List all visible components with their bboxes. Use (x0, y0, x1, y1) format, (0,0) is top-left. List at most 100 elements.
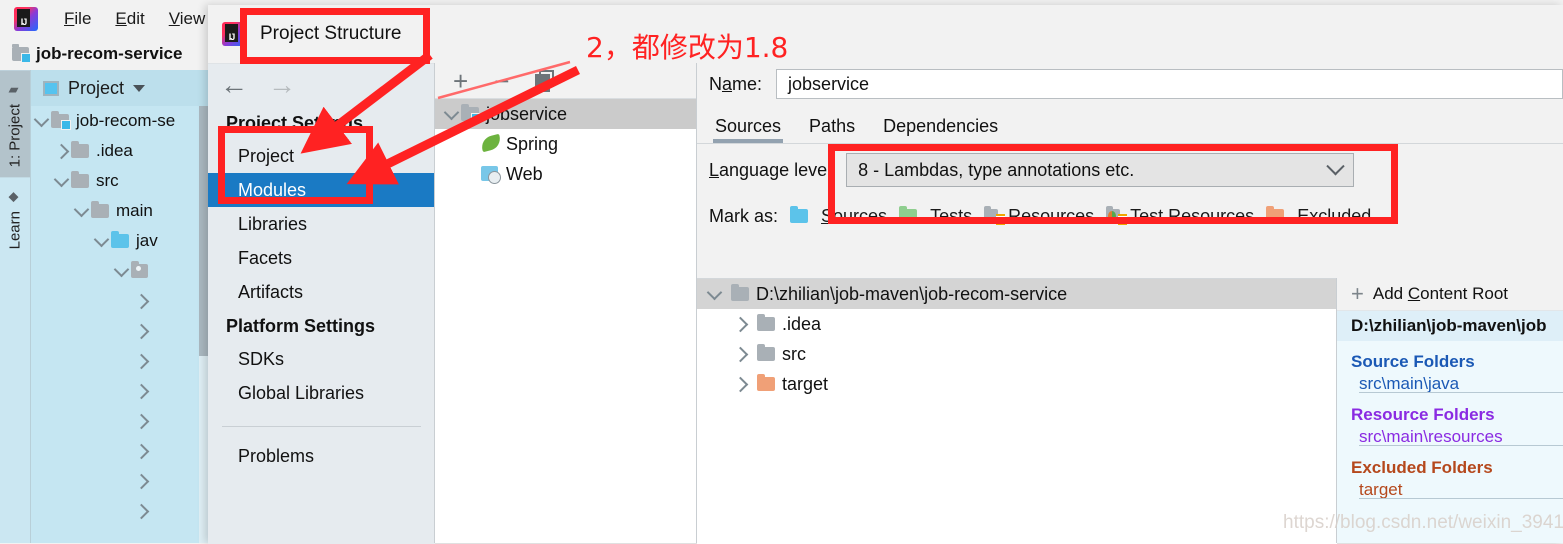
chevron-right-icon[interactable] (131, 503, 151, 519)
tab-sources[interactable]: Sources (712, 116, 784, 143)
chevron-down-icon[interactable] (111, 261, 131, 279)
content-root-label: target (782, 373, 829, 394)
chevron-right-icon[interactable] (131, 323, 151, 339)
chevron-right-icon[interactable] (51, 143, 71, 159)
nav-item-label: Global Libraries (238, 382, 365, 403)
tree-node[interactable] (31, 436, 208, 466)
chevron-right-icon[interactable] (131, 443, 151, 459)
tree-node[interactable] (31, 316, 208, 346)
folder-module-icon (51, 111, 71, 130)
plus-icon[interactable]: + (453, 68, 468, 94)
tool-tab-learn-label: Learn (6, 211, 24, 250)
folder-gray-icon (71, 141, 89, 158)
copy-icon[interactable] (535, 69, 555, 92)
tree-node[interactable] (31, 496, 208, 526)
menu-item-file[interactable]: File (52, 7, 103, 31)
tree-node[interactable] (31, 286, 208, 316)
nav-item-label: SDKs (238, 348, 285, 369)
content-root-row[interactable]: src (697, 339, 1337, 369)
folder-gray-icon (757, 344, 775, 361)
minus-icon[interactable]: − (494, 68, 509, 94)
chevron-down-icon[interactable] (697, 284, 731, 302)
sidebar-item-problems[interactable]: Problems (208, 439, 435, 473)
folder-resources-icon (984, 205, 1006, 225)
tab-dependencies[interactable]: Dependencies (883, 116, 998, 143)
tree-node[interactable]: src (31, 166, 208, 196)
sidebar-item-artifacts[interactable]: Artifacts (208, 275, 435, 309)
module-icon (461, 104, 481, 123)
modules-tree-row[interactable]: jobservice (435, 99, 697, 129)
language-level-row: Language level: 8 - Lambdas, type annota… (697, 144, 1563, 196)
sidebar-item-global-libraries[interactable]: Global Libraries (208, 376, 435, 410)
tree-node[interactable] (31, 406, 208, 436)
mark-as-tests-button[interactable]: Tests (899, 206, 972, 227)
content-root-row[interactable]: D:\zhilian\job-maven\job-recom-service (697, 279, 1337, 309)
mark-as-resources-label: Resources (1008, 205, 1095, 226)
tab-paths[interactable]: Paths (809, 116, 855, 143)
tree-node[interactable]: .idea (31, 136, 208, 166)
mark-as-excluded-button[interactable]: Excluded (1266, 206, 1371, 227)
chevron-right-icon[interactable] (723, 316, 757, 332)
summary-value[interactable]: src\main\resources (1337, 427, 1563, 447)
chevron-right-icon[interactable] (723, 346, 757, 362)
nav-item-label: Modules (238, 179, 307, 200)
language-level-select[interactable]: 8 - Lambdas, type annotations etc. (846, 153, 1355, 187)
sidebar-item-learn[interactable]: Learn ◆ (0, 177, 30, 259)
chevron-down-icon[interactable] (31, 111, 51, 129)
folder-blue-icon (111, 231, 129, 248)
chevron-right-icon[interactable] (131, 413, 151, 429)
mark-as-resources-button[interactable]: Resources (984, 205, 1095, 227)
sidebar-item-project[interactable]: Project (208, 139, 435, 173)
chevron-right-icon[interactable] (131, 473, 151, 489)
mark-as-sources-button[interactable]: Sources (790, 206, 887, 227)
chevron-right-icon[interactable] (723, 376, 757, 392)
modules-toolbar: + − (435, 63, 697, 99)
tree-node[interactable]: main (31, 196, 208, 226)
tree-node[interactable] (31, 346, 208, 376)
mark-as-test-resources-button[interactable]: Test Resources (1106, 205, 1254, 227)
content-root-row[interactable]: target (697, 369, 1337, 399)
content-root-path: D:\zhilian\job-maven\job (1337, 311, 1563, 341)
folder-tests-icon (899, 206, 918, 223)
chevron-down-icon[interactable] (71, 201, 91, 219)
dialog-nav-buttons: ← → (208, 64, 435, 106)
sidebar-item-project[interactable]: 1: Project ▰ (0, 70, 30, 178)
tree-node-label: job-recom-se (76, 111, 176, 130)
package-icon (131, 261, 148, 278)
modules-tree-row[interactable]: Web (435, 159, 697, 189)
arrow-left-icon[interactable]: ← (220, 71, 248, 99)
module-name-input[interactable]: jobservice (776, 69, 1563, 99)
menu-item-edit[interactable]: Edit (103, 7, 156, 31)
add-content-root-button[interactable]: + Add Content Root (1337, 278, 1563, 311)
chevron-down-icon[interactable] (91, 231, 111, 249)
tree-node[interactable]: job-recom-se (31, 106, 208, 136)
chevron-right-icon[interactable] (131, 353, 151, 369)
project-view-header[interactable]: Project (31, 70, 208, 106)
tree-node[interactable] (31, 376, 208, 406)
tree-node[interactable] (31, 256, 208, 286)
chevron-right-icon[interactable] (131, 293, 151, 309)
nav-item-label: Libraries (238, 213, 308, 234)
web-facet-icon (481, 166, 501, 184)
content-root-row[interactable]: .idea (697, 309, 1337, 339)
detail-tabs: Sources Paths Dependencies (697, 105, 1563, 143)
tree-node[interactable]: jav (31, 226, 208, 256)
modules-tree-label: jobservice (486, 103, 568, 124)
folder-gray-icon (71, 171, 89, 188)
plus-icon: + (1351, 281, 1364, 306)
arrow-right-icon[interactable]: → (268, 71, 296, 99)
chevron-down-icon[interactable] (441, 104, 461, 122)
tree-node[interactable] (31, 466, 208, 496)
sidebar-item-libraries[interactable]: Libraries (208, 207, 435, 241)
summary-value[interactable]: src\main\java (1337, 374, 1563, 394)
sidebar-item-sdks[interactable]: SDKs (208, 342, 435, 376)
add-content-root-label: Add Content Root (1372, 284, 1509, 303)
scrollbar-vertical[interactable] (199, 106, 208, 543)
modules-tree-row[interactable]: Spring (435, 129, 697, 159)
chevron-down-icon[interactable] (133, 84, 146, 92)
sidebar-item-modules[interactable]: Modules (208, 173, 435, 207)
sidebar-item-facets[interactable]: Facets (208, 241, 435, 275)
chevron-right-icon[interactable] (131, 383, 151, 399)
chevron-down-icon[interactable] (51, 171, 71, 189)
summary-value[interactable]: target (1337, 480, 1563, 500)
